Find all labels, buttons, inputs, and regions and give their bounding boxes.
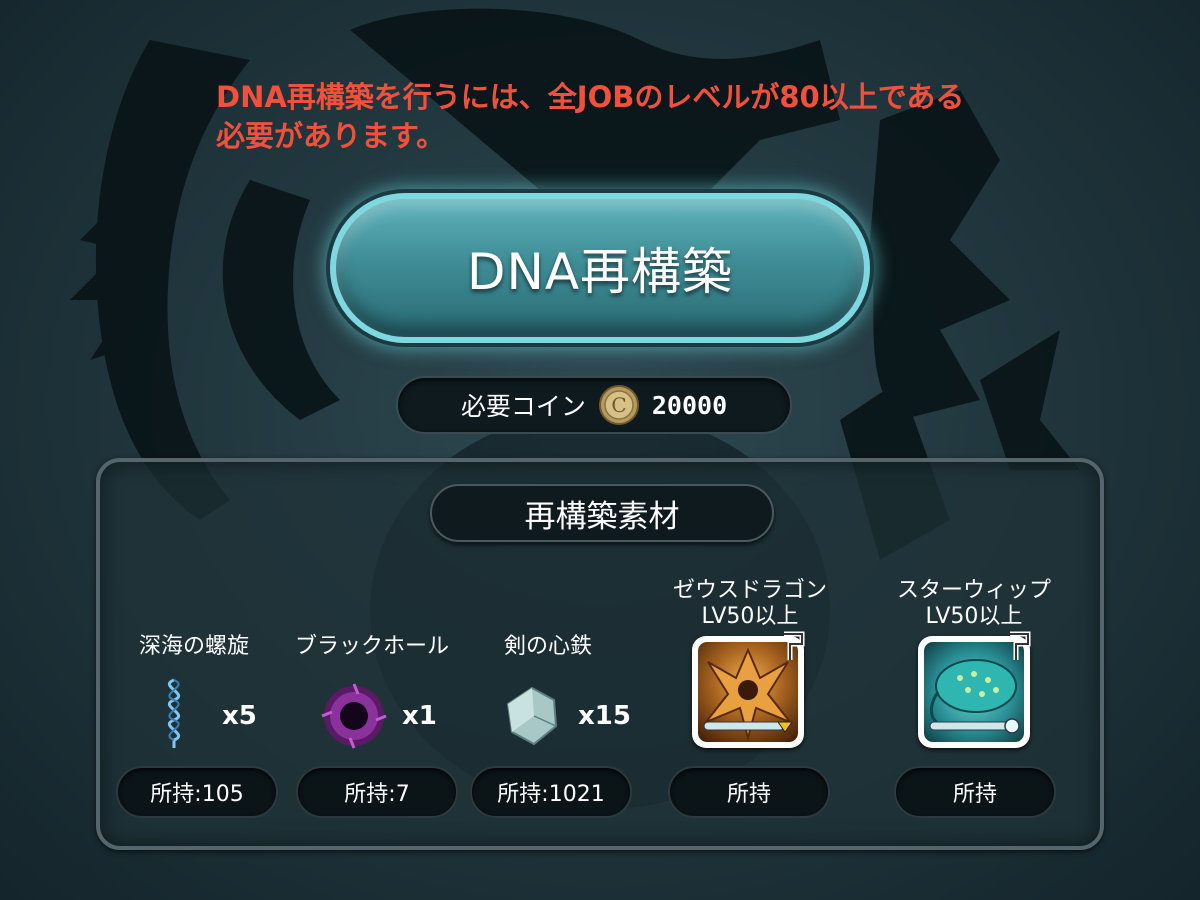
owned-status-zeus-dragon: 所持 — [668, 766, 830, 818]
svg-text:C: C — [611, 393, 626, 417]
materials-panel-title: 再構築素材 — [430, 484, 774, 542]
monster-name-star-whip-text: スターウィップ — [896, 578, 1051, 603]
material-quantity-black-hole: x1 — [402, 701, 437, 731]
favorite-note-icon — [1010, 631, 1031, 660]
monster-name-star-whip: スターウィップ LV50以上 — [884, 578, 1064, 630]
material-quantity-sword-iron: x15 — [578, 701, 631, 731]
monster-level-requirement-star-whip: LV50以上 — [925, 604, 1023, 629]
material-name-sword-iron: 剣の心鉄 — [503, 634, 592, 659]
favorite-note-icon — [784, 631, 805, 660]
materials-panel-title-text: 再構築素材 — [524, 498, 680, 535]
material-name-spiral: 深海の螺旋 — [138, 634, 249, 659]
monster-name-zeus-dragon: ゼウスドラゴン LV50以上 — [660, 578, 840, 630]
coin-icon: C — [598, 385, 639, 425]
required-coin-label: 必要コイン — [460, 392, 586, 421]
warning-message: DNA再構築を行うには、全JOBのレベルが80以上である必要があります。 — [216, 80, 965, 153]
owned-status-star-whip: 所持 — [894, 766, 1056, 818]
spiral-icon — [167, 678, 181, 748]
dna-rebuild-button[interactable]: DNA再構築 — [330, 193, 870, 343]
owned-count-spiral: 所持:105 — [116, 766, 278, 818]
material-quantity-spiral: x5 — [222, 701, 257, 731]
black-hole-icon — [321, 683, 387, 749]
owned-count-black-hole: 所持:7 — [296, 766, 458, 818]
material-name-black-hole: ブラックホール — [294, 634, 449, 659]
monster-name-zeus-dragon-text: ゼウスドラゴン — [672, 578, 827, 603]
dna-rebuild-button-label: DNA再構築 — [466, 243, 734, 301]
owned-count-sword-iron: 所持:1021 — [470, 766, 632, 818]
monster-level-requirement-zeus-dragon: LV50以上 — [701, 604, 799, 629]
required-coin-value: 20000 — [651, 390, 728, 420]
crystal-icon — [506, 686, 558, 746]
required-coin-bar: 必要コイン C 20000 — [396, 376, 792, 434]
